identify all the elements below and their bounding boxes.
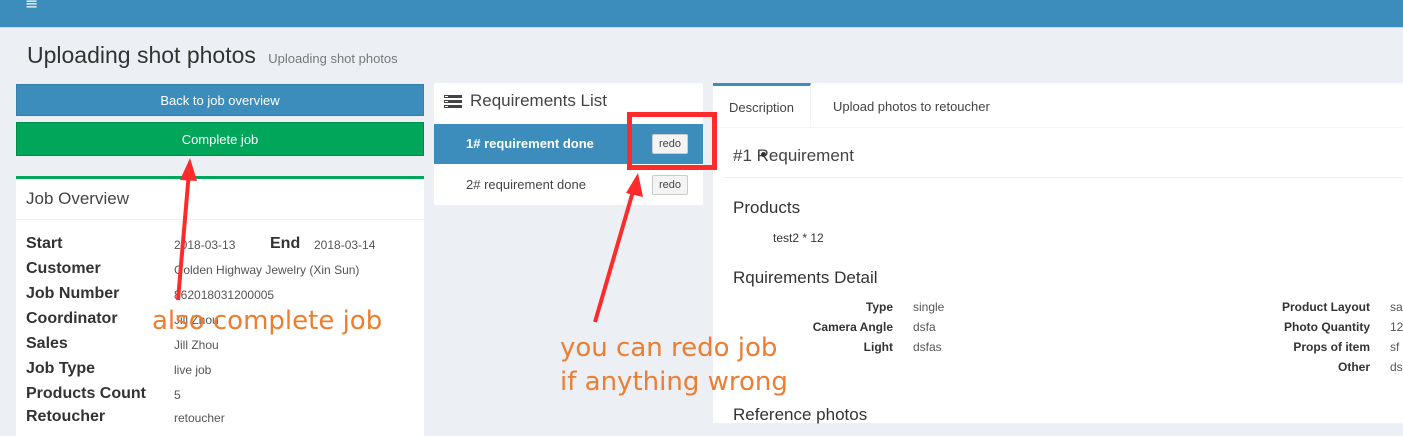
detail-divider — [723, 177, 1403, 178]
sales-label: Sales — [26, 335, 68, 352]
list-icon — [444, 95, 462, 109]
job-overview-title: Job Overview — [16, 179, 424, 220]
job-number-label: Job Number — [26, 285, 120, 302]
header-divider — [0, 27, 1403, 28]
products-heading: Products — [733, 198, 801, 217]
tab-upload-photos[interactable]: Upload photos to retoucher — [833, 83, 990, 127]
product-layout-label: Product Layout — [1281, 300, 1370, 314]
props-of-item-value: sf — [1390, 340, 1400, 354]
photo-quantity-label: Photo Quantity — [1284, 320, 1370, 334]
reference-photos-heading: Reference photos — [733, 405, 868, 424]
page-title-text: Uploading shot photos — [27, 42, 256, 68]
sales-value: Jill Zhou — [174, 338, 219, 352]
requirement-item-2[interactable]: 2# requirement done redo — [434, 165, 703, 205]
bullet-icon — [761, 152, 766, 157]
requirement-heading: #1 Requirement — [733, 146, 854, 165]
camera-angle-value: dsfa — [913, 320, 936, 334]
job-number-value: 862018031200005 — [174, 288, 275, 302]
light-value: dsfas — [913, 340, 942, 354]
other-label: Other — [1337, 360, 1370, 374]
products-count-label: Products Count — [26, 385, 146, 402]
start-value: 2018-03-13 — [174, 238, 236, 252]
type-label: Type — [865, 300, 893, 314]
detail-tabs: Description Upload photos to retoucher — [713, 83, 1403, 128]
requirement-item-label: 2# requirement done — [466, 177, 586, 192]
annotation-redo-note-line2: if anything wrong — [560, 367, 788, 397]
redo-button-2[interactable]: redo — [651, 175, 688, 195]
photo-quantity-value: 12 — [1390, 320, 1403, 334]
page-title: Uploading shot photos Uploading shot pho… — [27, 42, 398, 69]
requirements-detail-heading: Rquirements Detail — [733, 268, 878, 287]
requirements-list-title: Requirements List — [470, 91, 608, 110]
job-type-value: live job — [174, 363, 212, 377]
type-value: single — [913, 300, 945, 314]
top-navbar: ≡ — [0, 0, 1403, 27]
retoucher-value: retoucher — [174, 411, 225, 425]
annotation-redo-note-line1: you can redo job — [560, 333, 778, 363]
job-type-label: Job Type — [26, 360, 96, 377]
start-label: Start — [26, 235, 63, 252]
camera-angle-label: Camera Angle — [812, 320, 893, 334]
coordinator-label: Coordinator — [26, 310, 118, 327]
product-item: test2 * 12 — [773, 231, 824, 245]
products-count-value: 5 — [174, 388, 181, 402]
hamburger-icon[interactable]: ≡ — [25, 0, 38, 12]
props-of-item-label: Props of item — [1293, 340, 1370, 354]
customer-label: Customer — [26, 260, 101, 277]
product-layout-value: sa — [1390, 300, 1403, 314]
requirements-list-header: Requirements List — [444, 91, 607, 111]
other-value: ds — [1390, 360, 1403, 374]
page-subtitle: Uploading shot photos — [268, 51, 398, 66]
end-label: End — [270, 235, 301, 252]
end-value: 2018-03-14 — [314, 238, 376, 252]
annotation-complete-note: also complete job — [152, 306, 383, 336]
retoucher-label: Retoucher — [26, 408, 106, 425]
light-label: Light — [863, 340, 893, 354]
tab-description[interactable]: Description — [713, 83, 811, 127]
requirement-detail-box: Description Upload photos to retoucher #… — [713, 83, 1403, 424]
customer-value: Golden Highway Jewelry (Xin Sun) — [174, 263, 360, 277]
requirement-item-label: 1# requirement done — [466, 136, 594, 151]
back-to-job-overview-button[interactable]: Back to job overview — [16, 84, 424, 116]
redo-highlight-frame — [627, 112, 717, 170]
complete-job-button[interactable]: Complete job — [16, 122, 424, 156]
